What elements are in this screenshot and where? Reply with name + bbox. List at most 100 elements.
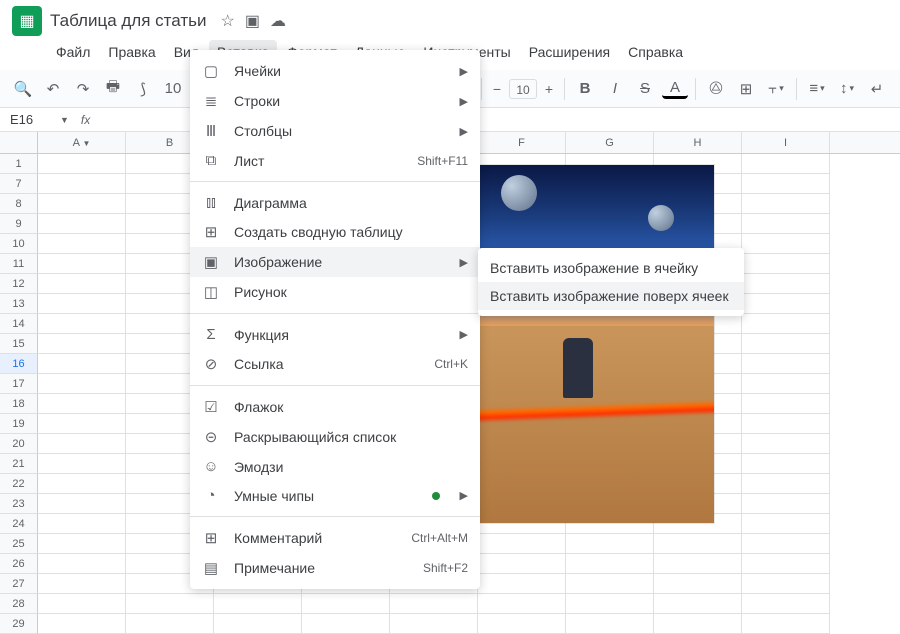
submenu-item[interactable]: Вставить изображение в ячейку [478,254,744,282]
row-header[interactable]: 13 [0,294,38,314]
row-header[interactable]: 26 [0,554,38,574]
cell[interactable] [38,394,126,414]
cell[interactable] [742,394,830,414]
menu-правка[interactable]: Правка [100,40,163,64]
paint-format-icon[interactable]: ⟆ [130,76,156,102]
row-header[interactable]: 16 [0,354,38,374]
cell[interactable] [38,194,126,214]
cell[interactable] [38,614,126,634]
menu-item[interactable]: ΣФункция▶ [190,320,480,349]
undo-icon[interactable]: ↶ [40,76,66,102]
cell[interactable] [126,614,214,634]
cell[interactable] [38,334,126,354]
cell[interactable] [742,254,830,274]
cell[interactable] [742,154,830,174]
redo-icon[interactable]: ↷ [70,76,96,102]
cell[interactable] [390,594,478,614]
cell[interactable] [38,514,126,534]
cell[interactable] [742,194,830,214]
row-header[interactable]: 18 [0,394,38,414]
cell[interactable] [566,534,654,554]
row-header[interactable]: 10 [0,234,38,254]
row-header[interactable]: 8 [0,194,38,214]
menu-item[interactable]: ⫾⫾Диаграмма [190,188,480,217]
row-header[interactable]: 1 [0,154,38,174]
row-header[interactable]: 29 [0,614,38,634]
move-icon[interactable]: ▣ [245,11,260,31]
align-icon[interactable]: ≡▾ [804,76,830,102]
submenu-item[interactable]: Вставить изображение поверх ячеек [478,282,744,310]
cell[interactable] [38,454,126,474]
cell[interactable] [478,534,566,554]
cell[interactable] [126,594,214,614]
cell[interactable] [38,174,126,194]
valign-icon[interactable]: ↕▾ [834,76,860,102]
cell[interactable] [38,594,126,614]
cell[interactable] [478,554,566,574]
cell[interactable] [38,234,126,254]
col-header[interactable]: I [742,132,830,153]
row-header[interactable]: 15 [0,334,38,354]
star-icon[interactable]: ☆ [220,11,234,31]
cell[interactable] [742,314,830,334]
cell[interactable] [566,574,654,594]
wrap-icon[interactable]: ↵ [864,76,890,102]
cell[interactable] [654,614,742,634]
cell[interactable] [478,574,566,594]
cell[interactable] [38,574,126,594]
row-header[interactable]: 14 [0,314,38,334]
menu-item[interactable]: ◫Рисунок [190,277,480,307]
cell[interactable] [742,434,830,454]
menu-справка[interactable]: Справка [620,40,691,64]
cell[interactable] [566,614,654,634]
row-header[interactable]: 12 [0,274,38,294]
col-header[interactable]: H [654,132,742,153]
cell[interactable] [38,434,126,454]
select-all-corner[interactable] [0,132,38,153]
cell[interactable] [302,594,390,614]
bold-icon[interactable]: B [572,76,598,102]
menu-item[interactable]: ⊝Раскрывающийся список [190,422,480,452]
menu-item[interactable]: ☺Эмодзи [190,452,480,481]
search-icon[interactable]: 🔍 [10,76,36,102]
menu-item[interactable]: ≣Строки▶ [190,86,480,116]
menu-файл[interactable]: Файл [48,40,98,64]
row-header[interactable]: 23 [0,494,38,514]
doc-title[interactable]: Таблица для статьи [50,11,206,31]
zoom-selector[interactable]: 10 [160,76,186,102]
col-header[interactable]: A ▼ [38,132,126,153]
cell[interactable] [742,234,830,254]
row-header[interactable]: 27 [0,574,38,594]
cell[interactable] [654,554,742,574]
text-color-icon[interactable]: A [662,79,688,99]
cell[interactable] [566,594,654,614]
strike-icon[interactable]: S [632,76,658,102]
cell[interactable] [742,354,830,374]
cell[interactable] [478,594,566,614]
cell[interactable] [742,594,830,614]
row-header[interactable]: 11 [0,254,38,274]
cloud-icon[interactable]: ☁ [270,11,286,31]
cell[interactable] [742,274,830,294]
cell[interactable] [38,414,126,434]
font-size-minus[interactable]: − [489,81,505,97]
cell[interactable] [654,594,742,614]
row-header[interactable]: 17 [0,374,38,394]
italic-icon[interactable]: I [602,76,628,102]
cell[interactable] [742,494,830,514]
print-icon[interactable]: 🖶 [100,76,126,102]
borders-icon[interactable]: ⊞ [733,76,759,102]
cell[interactable] [38,534,126,554]
row-header[interactable]: 25 [0,534,38,554]
cell[interactable] [654,534,742,554]
cell[interactable] [38,374,126,394]
cell[interactable] [742,474,830,494]
col-header[interactable]: F [478,132,566,153]
menu-item[interactable]: ⊞КомментарийCtrl+Alt+M [190,523,480,553]
cell[interactable] [742,514,830,534]
menu-item[interactable]: ⅢСтолбцы▶ [190,116,480,146]
cell[interactable] [742,334,830,354]
floating-image[interactable] [470,164,715,524]
menu-item[interactable]: ⊞Создать сводную таблицу [190,217,480,247]
fill-color-icon[interactable]: 🟕 [703,76,729,102]
